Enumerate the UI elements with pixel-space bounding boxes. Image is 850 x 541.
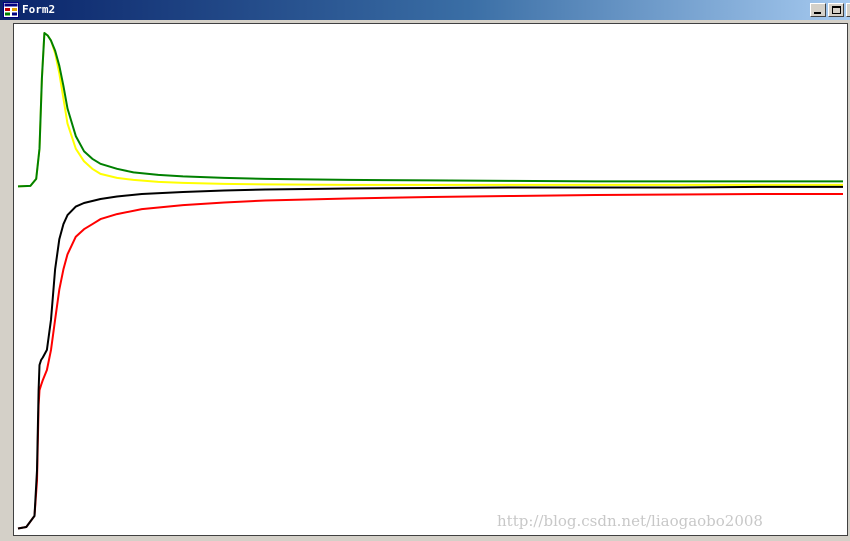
series-line-1 xyxy=(17,32,843,188)
title-bar-buttons: X xyxy=(810,3,850,17)
app-window-icon[interactable] xyxy=(3,2,19,18)
watermark-text: http://blog.csdn.net/liaogaobo2008 xyxy=(497,512,763,530)
window-title: Form2 xyxy=(22,3,56,16)
series-line-3 xyxy=(17,193,843,530)
minimize-icon xyxy=(814,12,821,14)
line-chart xyxy=(17,32,843,530)
close-button[interactable]: X xyxy=(846,3,850,17)
series-line-4 xyxy=(17,185,843,530)
series-line-2 xyxy=(17,32,843,188)
maximize-button[interactable] xyxy=(828,3,844,17)
minimize-button[interactable] xyxy=(810,3,826,17)
title-bar[interactable]: Form2 X xyxy=(0,0,850,20)
form2-window: Form2 X http://blog.csdn.net/liaogaobo20… xyxy=(0,0,850,541)
maximize-icon xyxy=(832,6,841,14)
chart-plot-area xyxy=(13,23,848,536)
